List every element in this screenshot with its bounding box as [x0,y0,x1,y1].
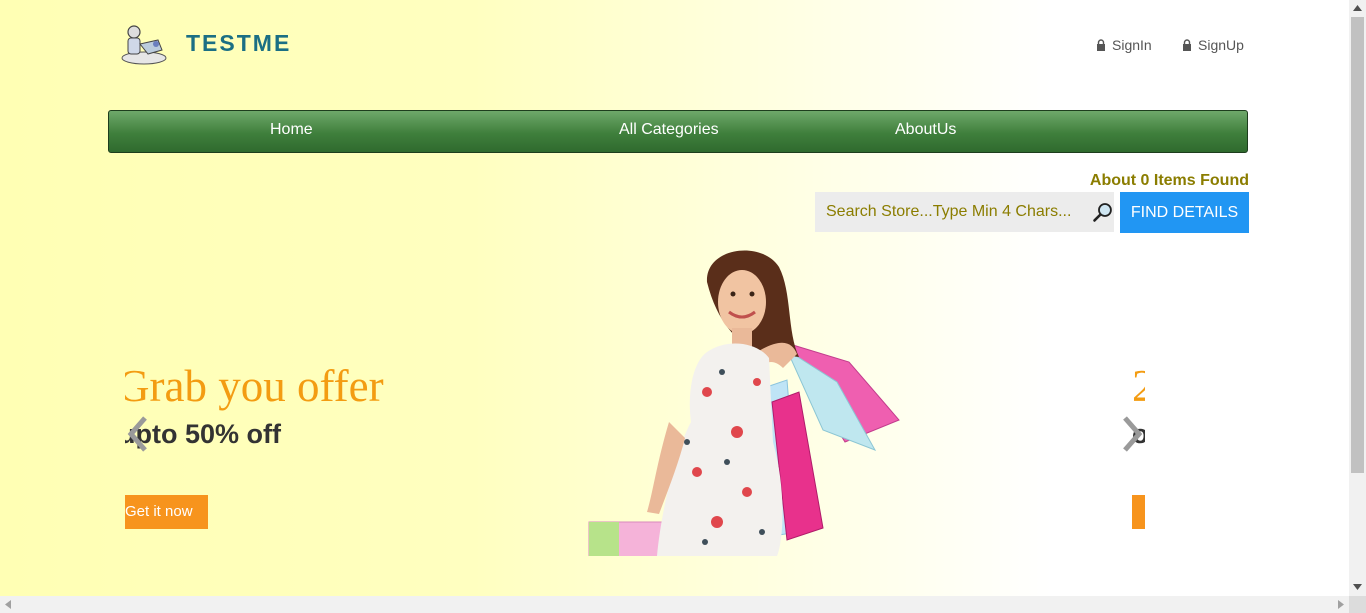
brand-name[interactable]: TESTME [186,30,291,57]
lock-icon [1097,39,1105,51]
offer-carousel: Grab you offer upto 50% off Get it now 2… [125,236,1145,556]
main-nav: Home All Categories AboutUs [108,110,1248,153]
chevron-right-icon[interactable] [1119,414,1143,454]
shopping-woman-image [588,250,900,556]
find-details-button[interactable]: FIND DETAILS [1120,192,1249,233]
get-it-now-button[interactable]: Get it now [125,495,208,529]
signup-link[interactable]: SignUp [1182,37,1244,53]
nav-item-home[interactable]: Home [270,121,313,139]
search-result-count: About 0 Items Found [1089,172,1249,189]
search-input[interactable] [815,202,1083,222]
search-icon[interactable] [1092,201,1114,223]
nav-item-aboutus[interactable]: AboutUs [895,121,956,139]
next-slide-headline-peek: 2 [1132,361,1145,411]
logo-icon[interactable] [118,22,170,66]
lock-icon [1183,39,1191,51]
nav-item-all-categories[interactable]: All Categories [619,121,719,139]
scroll-down-icon[interactable] [1353,584,1362,590]
scroll-up-icon[interactable] [1353,5,1362,11]
signup-label: SignUp [1198,37,1244,53]
vertical-scrollbar[interactable] [1349,0,1366,596]
chevron-left-icon[interactable] [127,414,151,454]
scrollbar-corner [1349,596,1366,613]
horizontal-scrollbar[interactable] [0,596,1349,613]
scroll-left-icon[interactable] [5,600,11,609]
next-slide-button-peek [1132,495,1145,529]
page: TESTME SignIn SignUp Home All Categories… [0,0,1349,596]
vertical-scroll-thumb[interactable] [1351,17,1364,473]
signin-label: SignIn [1112,37,1152,53]
search-box [815,192,1114,232]
carousel-headline: Grab you offer [125,361,384,411]
signin-link[interactable]: SignIn [1096,37,1152,53]
scroll-right-icon[interactable] [1338,600,1344,609]
